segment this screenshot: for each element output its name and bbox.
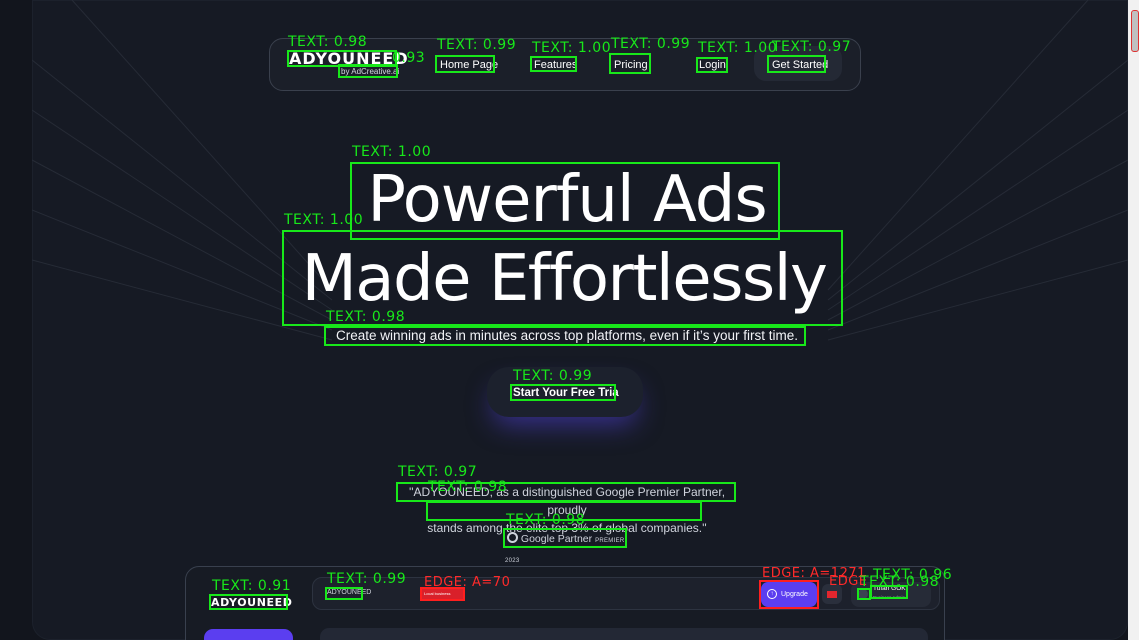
nav-pricing-link[interactable]: Pricing xyxy=(614,58,648,72)
quote-line1: ''ADYOUNEED, as a distinguished Google P… xyxy=(408,485,726,517)
brand-logo[interactable]: ADYOUNEED xyxy=(289,50,409,68)
badge-text: Google Partner xyxy=(520,533,593,545)
user-name: Tufan GÖK xyxy=(873,585,906,592)
nav-home-link[interactable]: Home Page xyxy=(440,58,498,72)
upgrade-button: ↑ Upgrade xyxy=(761,582,817,607)
user-role: Business Admin xyxy=(873,595,906,600)
dashboard-sidebar-button xyxy=(204,629,293,640)
upgrade-label: Upgrade xyxy=(781,591,808,598)
google-g-icon xyxy=(507,532,518,543)
arrow-up-icon: ↑ xyxy=(767,589,777,599)
dashboard-topbar xyxy=(312,577,940,610)
page: ADYOUNEED by AdCreative.ai Home Page Fea… xyxy=(0,0,1139,640)
user-menu: Tufan GÖK Business Admin xyxy=(851,582,931,607)
dashboard-workspace: ADYOUNEED xyxy=(327,589,372,596)
brand-sub: by AdCreative.ai xyxy=(341,67,400,76)
avatar xyxy=(858,589,868,599)
nav-login-link[interactable]: Login xyxy=(699,58,726,72)
free-trial-label[interactable]: Start Your Free Tria xyxy=(513,386,619,400)
scrollbar-thumb[interactable] xyxy=(1131,10,1139,52)
scrollbar[interactable] xyxy=(1128,0,1139,640)
dashboard-logo: ADYOUNEED xyxy=(211,596,293,609)
get-started-label[interactable]: Get Started xyxy=(772,58,828,72)
hero-subtitle: Create winning ads in minutes across top… xyxy=(336,328,798,343)
nav-features-link[interactable]: Features xyxy=(534,58,577,72)
dashboard-main-area xyxy=(320,628,928,640)
dashboard-business-chip: Local business xyxy=(421,588,465,600)
hero-title-line1: Powerful Ads xyxy=(367,163,767,237)
hero-title-line2: Made Effortlessly xyxy=(301,242,828,316)
language-flag-icon xyxy=(822,584,842,604)
google-partner-badge: Google Partner PREMIER 2023 xyxy=(505,530,627,564)
partner-quote: ''ADYOUNEED, as a distinguished Google P… xyxy=(398,483,736,537)
